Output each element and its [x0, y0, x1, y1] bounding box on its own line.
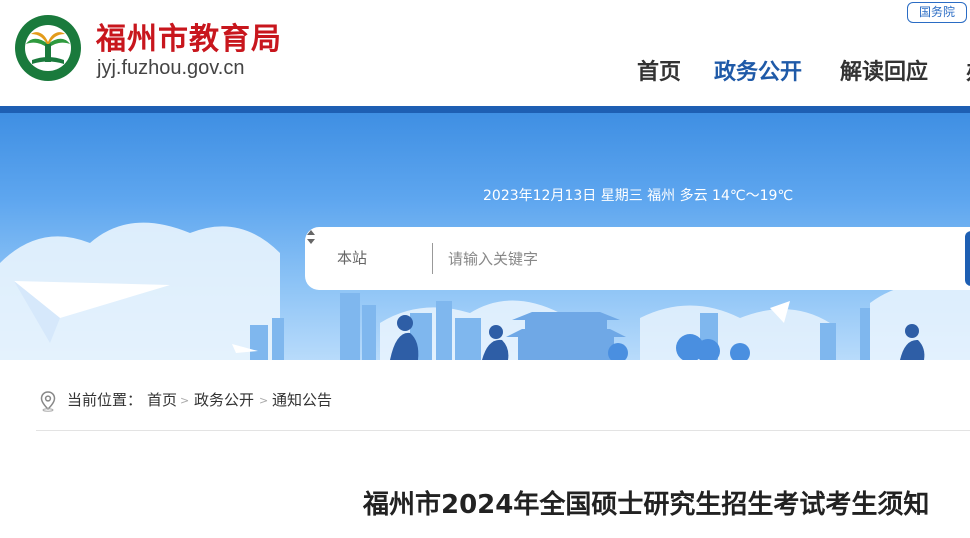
article-title: 福州市2024年全国硕士研究生招生考试考生须知 — [363, 490, 930, 520]
education-bureau-logo[interactable] — [14, 14, 82, 82]
location-pin-icon — [40, 391, 56, 412]
breadcrumb-separator: > — [259, 394, 269, 407]
nav-item-home[interactable]: 首页 — [637, 54, 681, 86]
site-header: 福州市教育局 jyj.fuzhou.gov.cn 国务院 首页 政务公开 解读回… — [0, 0, 970, 106]
search-scope-select[interactable]: 本站 — [337, 227, 367, 290]
site-name[interactable]: 福州市教育局 — [96, 14, 282, 58]
breadcrumb-prefix: 当前位置： — [67, 391, 143, 409]
nav-item-services[interactable]: 办 — [966, 54, 970, 86]
nav-item-government-affairs[interactable]: 政务公开 — [714, 54, 802, 86]
site-domain: jyj.fuzhou.gov.cn — [97, 57, 245, 79]
search-bar: 本站 — [305, 227, 970, 290]
hero-banner: 2023年12月13日 星期三 福州 多云 14℃～19℃ 本站 — [0, 113, 970, 360]
nav-item-interpretation[interactable]: 解读回应 — [840, 54, 928, 86]
date-weather: 2023年12月13日 星期三 福州 多云 14℃～19℃ — [483, 188, 794, 204]
search-button[interactable] — [965, 231, 970, 286]
breadcrumb-notices[interactable]: 通知公告 — [272, 390, 332, 410]
breadcrumb-divider — [36, 430, 970, 431]
sort-arrows-icon[interactable] — [305, 227, 317, 247]
content-panel: 当前位置： 首页 > 政务公开 > 通知公告 福州市2024年全国硕士研究生招生… — [15, 360, 970, 538]
state-council-link[interactable]: 国务院 — [907, 2, 968, 23]
breadcrumb-separator: > — [180, 394, 190, 407]
breadcrumb-home[interactable]: 首页 — [147, 390, 177, 410]
search-input[interactable] — [448, 241, 948, 276]
breadcrumb-government-affairs[interactable]: 政务公开 — [194, 390, 254, 410]
search-divider — [432, 243, 433, 274]
header-accent-bar — [0, 106, 970, 113]
